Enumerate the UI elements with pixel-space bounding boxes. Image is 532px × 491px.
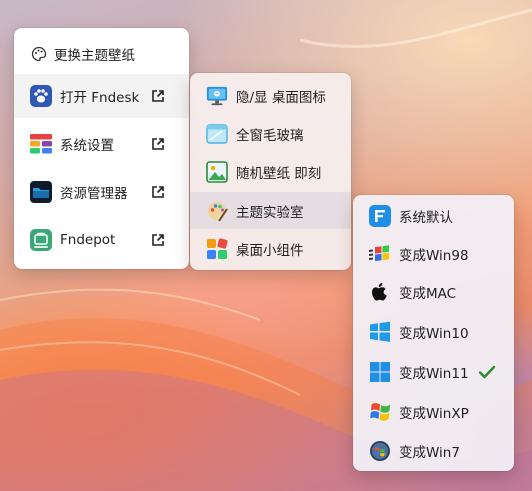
fndesk-submenu: 隐/显 桌面图标 全窗毛玻璃 随机壁纸 即刻 主题实验室 桌面小组件	[190, 73, 351, 270]
menu-item-label: 变成MAC	[399, 286, 457, 302]
menu-item-change-theme[interactable]: 更换主题壁纸	[14, 36, 189, 72]
palette-icon	[206, 200, 228, 222]
menu-item-mac[interactable]: 变成MAC	[353, 273, 514, 311]
menu-item-label: 变成Win11	[399, 366, 469, 382]
menu-item-label: 随机壁纸 即刻	[236, 166, 322, 182]
menu-item-system-settings[interactable]: 系统设置	[14, 122, 189, 166]
windows10-icon	[369, 321, 391, 343]
menu-item-label: 资源管理器	[60, 186, 128, 202]
windows7-icon	[369, 440, 391, 462]
menu-item-win10[interactable]: 变成Win10	[353, 313, 514, 351]
monitor-icon	[206, 85, 228, 107]
menu-item-win7[interactable]: 变成Win7	[353, 432, 514, 470]
image-icon	[206, 161, 228, 183]
menu-item-open-fndesk[interactable]: 打开 Fndesk	[14, 74, 189, 118]
menu-item-toggle-desktop-icons[interactable]: 隐/显 桌面图标	[190, 77, 351, 115]
menu-item-theme-lab[interactable]: 主题实验室	[190, 192, 351, 229]
menu-item-file-explorer[interactable]: 资源管理器	[14, 170, 189, 214]
menu-item-label: 系统默认	[399, 210, 453, 226]
external-link-icon	[152, 90, 164, 102]
windows11-icon	[369, 361, 391, 383]
menu-item-winxp[interactable]: 变成WinXP	[353, 393, 514, 431]
checkmark-icon	[478, 365, 496, 379]
widget-icon	[206, 238, 228, 260]
menu-item-full-window-glass[interactable]: 全窗毛玻璃	[190, 115, 351, 153]
menu-item-label: 打开 Fndesk	[60, 90, 140, 106]
menu-item-win98[interactable]: 变成Win98	[353, 235, 514, 273]
menu-item-system-default[interactable]: 系统默认	[353, 197, 514, 235]
folder-icon	[30, 181, 52, 203]
menu-item-desktop-widgets[interactable]: 桌面小组件	[190, 230, 351, 268]
menu-item-label: 桌面小组件	[236, 243, 304, 259]
apple-icon	[369, 281, 391, 303]
theme-lab-submenu: 系统默认 变成Win98 变成MAC 变成Win10 变成Win11 变成Win…	[353, 195, 514, 471]
settings-icon	[30, 133, 52, 155]
menu-item-label: 变成Win10	[399, 326, 469, 342]
menu-item-label: 全窗毛玻璃	[236, 128, 304, 144]
menu-item-label: 变成WinXP	[399, 406, 469, 422]
windows98-icon	[369, 243, 391, 265]
menu-item-win11[interactable]: 变成Win11	[353, 353, 514, 391]
context-menu: 更换主题壁纸 打开 Fndesk 系统设置 资源管理器 Fndepot	[14, 28, 189, 269]
menu-item-label: 系统设置	[60, 138, 114, 154]
menu-item-label: 更换主题壁纸	[54, 48, 135, 64]
menu-item-label: 变成Win7	[399, 445, 460, 461]
external-link-icon	[152, 234, 164, 246]
fn-logo-icon	[369, 205, 391, 227]
window-glass-icon	[206, 123, 228, 145]
palette-outline-icon	[30, 45, 48, 63]
fndepot-icon	[30, 229, 52, 251]
external-link-icon	[152, 138, 164, 150]
menu-item-label: 隐/显 桌面图标	[236, 90, 326, 106]
windowsxp-icon	[369, 401, 391, 423]
menu-item-label: Fndepot	[60, 232, 116, 248]
menu-item-random-wallpaper[interactable]: 随机壁纸 即刻	[190, 153, 351, 191]
external-link-icon	[152, 186, 164, 198]
menu-item-label: 主题实验室	[236, 204, 304, 221]
paw-icon	[30, 85, 52, 107]
menu-item-fndepot[interactable]: Fndepot	[14, 218, 189, 262]
menu-item-label: 变成Win98	[399, 248, 469, 264]
